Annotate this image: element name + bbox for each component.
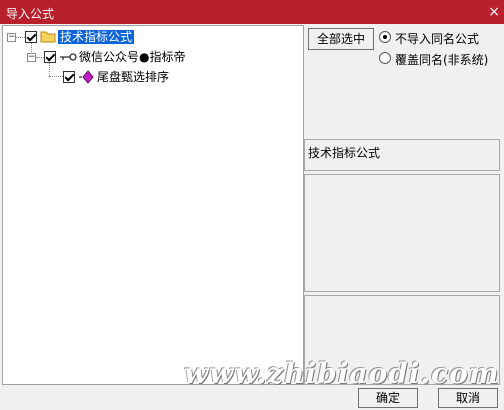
category-info-text: 技术指标公式 [308,146,381,160]
tree-connector [49,76,63,77]
tree-node-child[interactable]: 微信公众号●指标帝 [79,48,185,66]
close-icon[interactable]: × [488,3,500,21]
description-box [304,174,500,292]
option-overwrite-label: 覆盖同名(非系统) [395,53,489,67]
child-checkbox[interactable] [44,51,56,63]
tree-node-root[interactable]: 技术指标公式 [58,28,135,46]
tree-node-root-label: 技术指标公式 [58,30,135,44]
formula-diamond-icon [79,70,94,84]
tree-connector [49,63,50,76]
root-checkbox[interactable] [25,31,37,43]
tree-node-child-label: 微信公众号●指标帝 [79,50,186,64]
ok-button[interactable]: 确定 [358,388,418,408]
leaf-checkbox[interactable] [63,71,75,83]
options-panel: 全部选中 不导入同名公式 覆盖同名(非系统) 技术指标公式 [304,25,500,385]
category-info-box: 技术指标公式 [304,139,500,171]
option-skip-label: 不导入同名公式 [395,32,480,46]
tree-node-leaf-label: 尾盘甄选排序 [97,70,170,84]
tree-node-leaf[interactable]: 尾盘甄选排序 [97,68,169,86]
collapse-root-icon[interactable]: − [7,33,16,42]
formula-tree[interactable]: − 技术指标公式 − 微信公众号●指标帝 尾盘甄选排序 [2,25,304,385]
folder-icon [40,31,56,43]
watermark-text: www.zhibiaodi.com [184,357,500,390]
collapse-child-icon[interactable]: − [27,53,36,62]
key-icon [60,53,77,61]
title-bar: 导入公式 × [0,0,504,24]
option-overwrite-radio[interactable] [379,52,391,64]
option-skip-radio[interactable] [379,31,391,43]
tree-connector [36,57,44,58]
tree-connector [16,37,25,38]
window-title: 导入公式 [6,7,55,21]
select-all-button[interactable]: 全部选中 [308,28,374,50]
cancel-button[interactable]: 取消 [438,388,498,408]
